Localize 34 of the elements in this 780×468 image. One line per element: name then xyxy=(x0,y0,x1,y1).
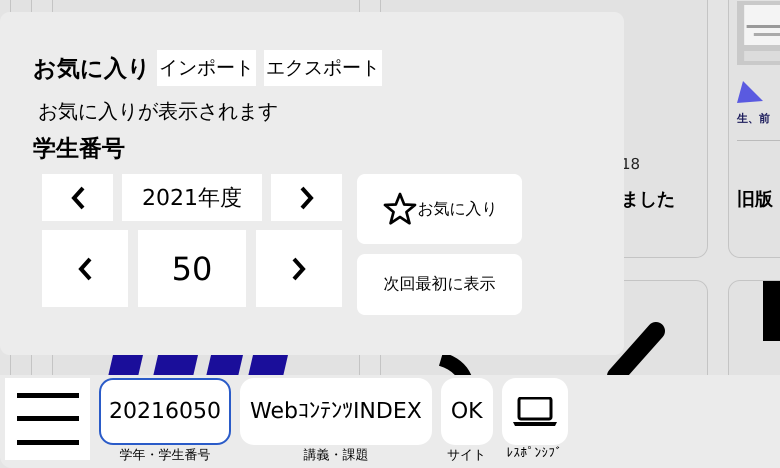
card-title: ました xyxy=(621,188,676,211)
curved-stroke xyxy=(438,352,473,375)
panel-title: お気に入り xyxy=(33,54,151,84)
next-button[interactable] xyxy=(271,174,342,221)
nav-caption: 講義・課題 xyxy=(303,447,368,464)
nav-button[interactable] xyxy=(502,378,568,445)
nav-caption: 学年・学生番号 xyxy=(119,447,210,464)
diagonal-stroke xyxy=(607,322,665,375)
favorites-message: お気に入りが表示されます xyxy=(38,98,279,125)
show-first-button[interactable]: 次回最初に表示 xyxy=(357,254,522,315)
action-button[interactable]: インポート xyxy=(157,50,256,86)
star-icon xyxy=(382,191,418,227)
chevron-right-icon xyxy=(300,186,314,210)
action-button[interactable]: エクスポート xyxy=(264,50,382,86)
nav-button[interactable]: 20216050 xyxy=(99,378,231,445)
year-value: 2021年度 xyxy=(122,174,262,221)
chevron-right-icon xyxy=(292,256,306,280)
favorite-button[interactable]: お気に入り xyxy=(357,174,522,244)
triangle-icon xyxy=(737,81,763,103)
nav-caption: ﾚｽﾎﾟﾝｼﾌﾞ xyxy=(506,446,563,461)
previous-button[interactable] xyxy=(42,174,113,221)
nav-caption: サイト xyxy=(447,447,486,464)
menu-icon xyxy=(16,393,78,445)
nav-button[interactable]: WebｺﾝﾃﾝﾂINDEX xyxy=(240,378,432,445)
card-caption: 生、前 xyxy=(737,111,771,126)
menu-button[interactable] xyxy=(5,378,90,460)
nav-button[interactable]: OK xyxy=(440,378,493,445)
card-title: 旧版 xyxy=(737,188,774,211)
number-value: 50 xyxy=(138,230,246,307)
laptop-icon xyxy=(512,396,557,426)
card-date: 18 xyxy=(621,155,642,173)
chevron-left-icon xyxy=(70,186,84,210)
section-title: 学生番号 xyxy=(33,135,126,164)
chevron-left-icon xyxy=(78,256,92,280)
